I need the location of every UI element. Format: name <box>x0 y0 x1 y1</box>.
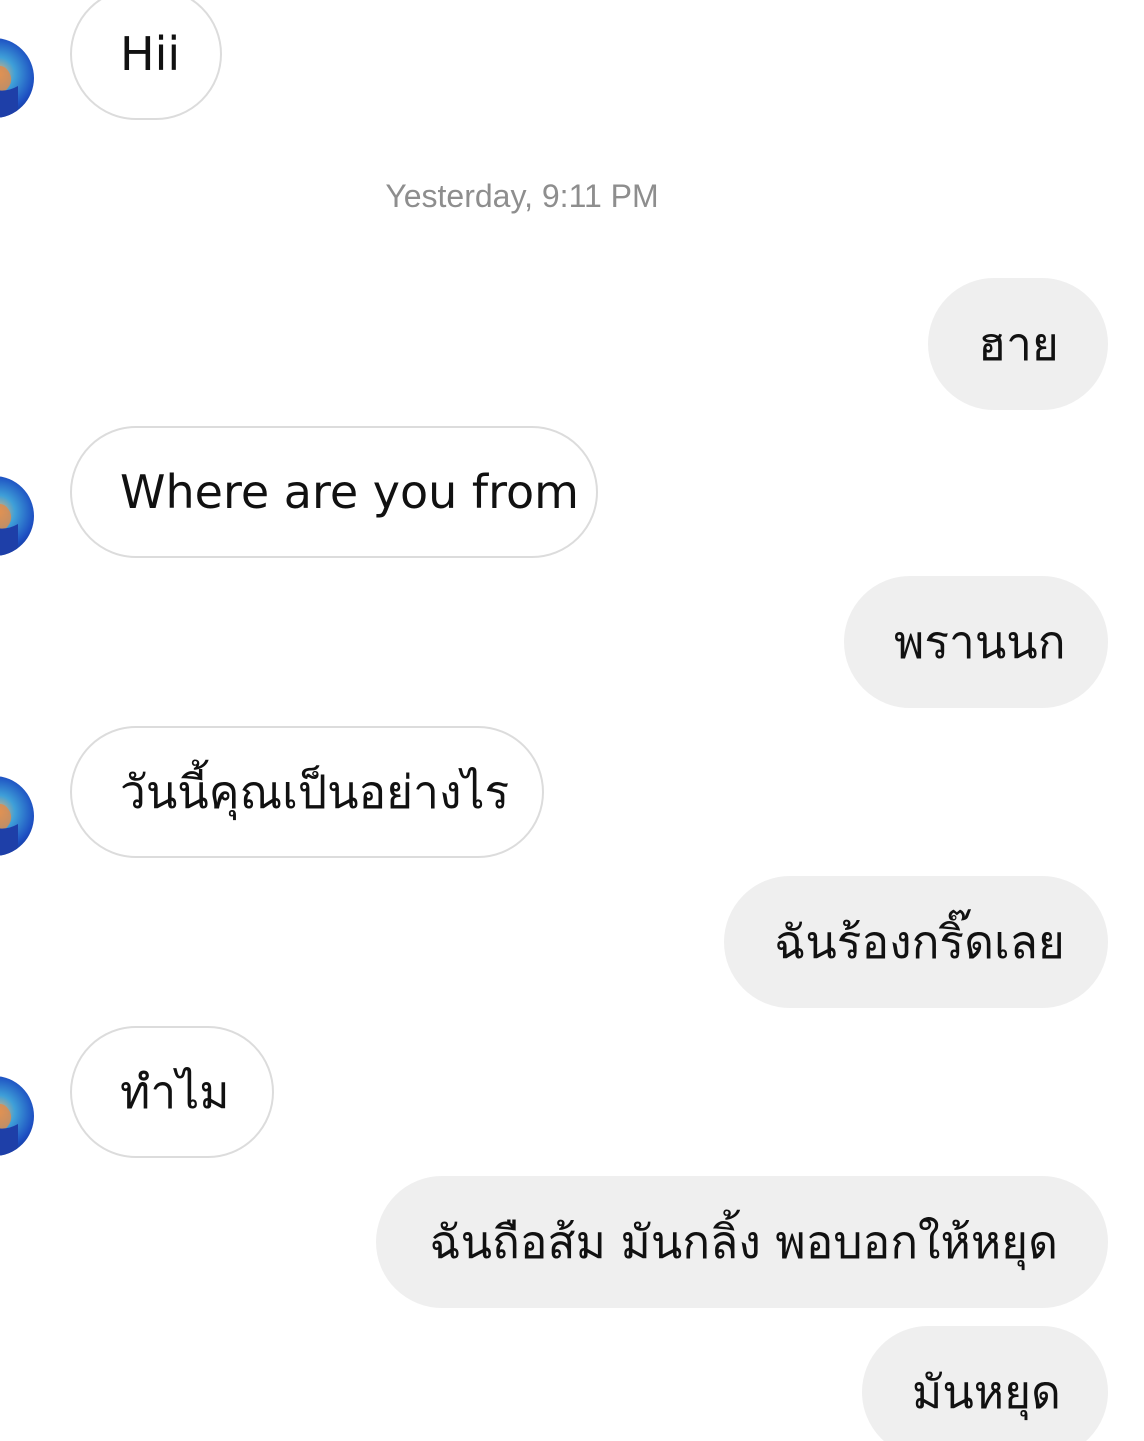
message-bubble-incoming[interactable]: ทำไม <box>70 1026 274 1158</box>
message-bubble-incoming[interactable]: Where are you from <box>70 426 598 558</box>
timestamp-divider: Yesterday, 9:11 PM <box>385 178 659 214</box>
message-bubble-outgoing[interactable]: พรานนก <box>844 576 1108 708</box>
profile-avatar-icon[interactable] <box>0 776 34 856</box>
profile-avatar-icon[interactable] <box>0 476 34 556</box>
profile-avatar-icon[interactable] <box>0 38 34 118</box>
message-bubble-outgoing[interactable]: ฉันร้องกริ๊ดเลย <box>724 876 1108 1008</box>
message-bubble-incoming[interactable]: Hii <box>70 0 222 120</box>
message-bubble-outgoing[interactable]: มันหยุด <box>862 1326 1108 1441</box>
message-bubble-outgoing[interactable]: ฉันถือส้ม มันกลิ้ง พอบอกให้หยุด <box>376 1176 1108 1308</box>
profile-avatar-icon[interactable] <box>0 1076 34 1156</box>
message-bubble-outgoing[interactable]: ฮาย <box>928 278 1108 410</box>
message-bubble-incoming[interactable]: วันนี้คุณเป็นอย่างไร <box>70 726 544 858</box>
chat-thread: Hii Yesterday, 9:11 PM ฮาย Where are you… <box>0 0 1144 1441</box>
